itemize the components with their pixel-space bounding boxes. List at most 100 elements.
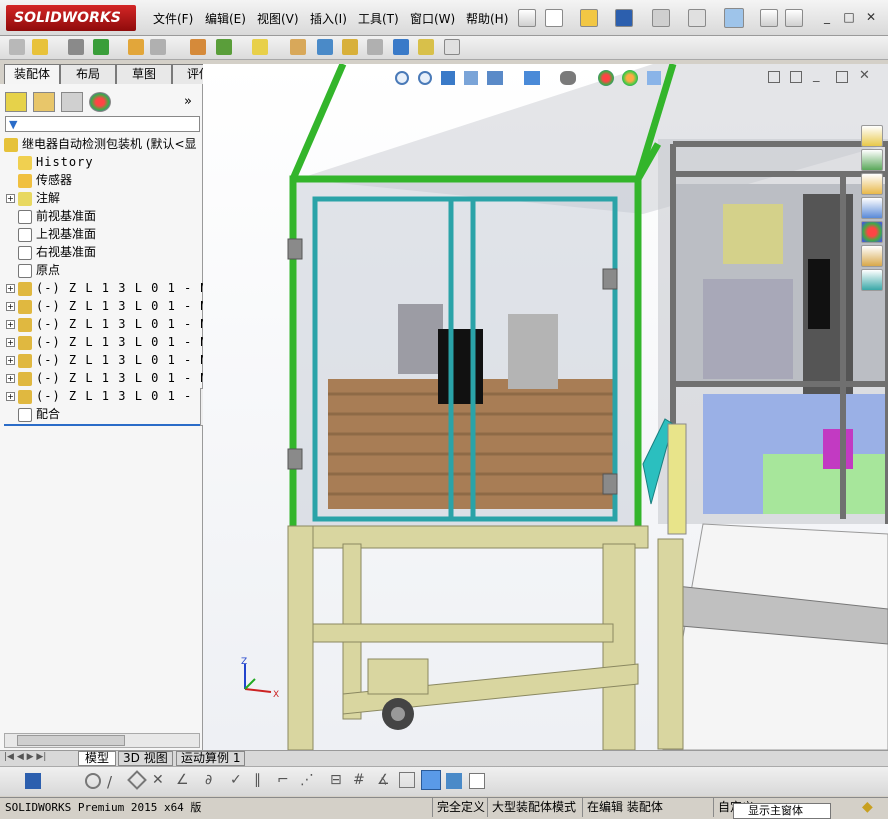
angle-dimension-icon[interactable]: ∡ — [377, 772, 390, 788]
new-part-icon[interactable] — [32, 39, 48, 55]
chevron-right-icon[interactable]: » — [184, 94, 192, 109]
circle-icon[interactable] — [85, 773, 101, 789]
tab-3d-view[interactable]: 3D 视图 — [118, 751, 173, 766]
speedpak-icon[interactable] — [444, 39, 460, 55]
linear-pattern-icon[interactable] — [93, 39, 109, 55]
assembly-features-icon[interactable] — [216, 39, 232, 55]
shaded-cube-icon[interactable] — [421, 770, 441, 790]
appearances-icon[interactable] — [861, 221, 883, 243]
camera-icon[interactable] — [446, 773, 462, 789]
tab-motion-study[interactable]: 运动算例 1 — [176, 751, 246, 766]
expand-icon[interactable]: + — [6, 302, 15, 311]
instant3d-icon[interactable] — [418, 39, 434, 55]
save-icon[interactable] — [25, 773, 41, 789]
expand-icon[interactable]: + — [6, 392, 15, 401]
bill-of-materials-icon[interactable] — [317, 39, 333, 55]
view-palette-icon[interactable] — [861, 197, 883, 219]
viewport-restore-icon[interactable] — [836, 71, 848, 83]
property-manager-tab-icon[interactable] — [33, 92, 55, 112]
menu-edit[interactable]: 编辑(E) — [205, 10, 246, 27]
move-component-icon[interactable] — [150, 39, 166, 55]
expand-icon[interactable]: + — [6, 374, 15, 383]
view-orientation-icon[interactable] — [524, 71, 540, 85]
trim-icon[interactable]: ✕ — [152, 772, 164, 788]
tree-item[interactable]: 原点 — [6, 261, 60, 279]
menu-insert[interactable]: 插入(I) — [310, 10, 347, 27]
rollback-bar[interactable] — [4, 424, 200, 426]
viewport-close-icon[interactable]: ✕ — [859, 68, 870, 83]
horizontal-scrollbar[interactable] — [4, 733, 200, 748]
dynamic-annotation-view-icon[interactable] — [487, 71, 503, 85]
tab-layout[interactable]: 布局 — [60, 64, 116, 84]
tree-item[interactable]: 前视基准面 — [6, 207, 96, 225]
edit-appearance-icon[interactable] — [598, 70, 614, 86]
previous-view-icon[interactable] — [441, 71, 455, 85]
viewport-minimize-icon[interactable]: _ — [813, 68, 820, 83]
close-icon[interactable]: ✕ — [862, 9, 880, 25]
print-icon[interactable] — [652, 9, 670, 27]
feature-manager-tab-icon[interactable] — [5, 92, 27, 112]
graphics-area[interactable]: Z X — [203, 64, 888, 750]
explode-line-sketch-icon[interactable] — [367, 39, 383, 55]
tab-scroll-arrows-icon[interactable]: |◀ ◀ ▶ ▶| — [4, 752, 46, 762]
restore-icon[interactable]: □ — [840, 9, 858, 25]
viewport-split-icon[interactable] — [790, 71, 802, 83]
exploded-view-icon[interactable] — [342, 39, 358, 55]
new-motion-study-icon[interactable] — [290, 39, 306, 55]
pin-icon[interactable] — [518, 9, 536, 27]
expand-icon[interactable]: + — [6, 320, 15, 329]
filter-field[interactable]: ▼ — [5, 116, 200, 132]
smart-fasteners-icon[interactable] — [128, 39, 144, 55]
expand-icon[interactable]: + — [6, 194, 15, 203]
solidworks-resources-icon[interactable] — [861, 125, 883, 147]
fillet-icon[interactable]: ∂ — [205, 772, 212, 788]
file-explorer-icon[interactable] — [861, 173, 883, 195]
select-pointer-icon[interactable] — [724, 8, 744, 28]
tab-assembly[interactable]: 装配体 — [4, 64, 60, 84]
solidworks-forum-icon[interactable] — [861, 269, 883, 291]
viewport-tile-icon[interactable] — [768, 71, 780, 83]
mate-icon[interactable] — [68, 39, 84, 55]
minimize-icon[interactable]: _ — [818, 9, 836, 25]
tree-item[interactable]: 传感器 — [6, 171, 72, 189]
menu-window[interactable]: 窗口(W) — [410, 10, 455, 27]
parallel-icon[interactable]: ∥ — [254, 772, 261, 788]
menu-tools[interactable]: 工具(T) — [358, 10, 399, 27]
custom-properties-icon[interactable] — [861, 245, 883, 267]
zoom-to-fit-icon[interactable] — [395, 71, 409, 85]
expand-icon[interactable]: + — [6, 356, 15, 365]
menu-file[interactable]: 文件(F) — [153, 10, 193, 27]
open-folder-icon[interactable] — [580, 9, 598, 27]
tree-item[interactable]: History — [6, 153, 94, 171]
expand-icon[interactable]: + — [6, 284, 15, 293]
zoom-to-area-icon[interactable] — [418, 71, 432, 85]
tab-sketch[interactable]: 草图 — [116, 64, 172, 84]
check-icon[interactable]: ✓ — [230, 772, 242, 788]
configuration-manager-tab-icon[interactable] — [61, 92, 83, 112]
angle-icon[interactable]: ∠ — [176, 772, 189, 788]
section-view-icon[interactable] — [464, 71, 478, 85]
undo-icon[interactable] — [688, 9, 706, 27]
tree-item[interactable]: + 注解 — [6, 189, 60, 207]
solidworks-logo[interactable]: SOLIDWORKS — [6, 5, 136, 31]
smart-dimension-icon[interactable]: ⊟ — [330, 772, 342, 788]
show-hidden-icon[interactable] — [190, 39, 206, 55]
corner-icon[interactable]: ⌐ — [277, 772, 289, 788]
new-document-icon[interactable] — [545, 9, 563, 27]
tab-model[interactable]: 模型 — [78, 751, 117, 766]
tree-root[interactable]: 继电器自动检测包装机 (默认<显 — [4, 135, 197, 153]
grid-icon[interactable]: # — [353, 772, 365, 788]
rebuild-icon[interactable] — [760, 9, 778, 27]
save-icon[interactable] — [615, 9, 633, 27]
table-icon[interactable] — [469, 773, 485, 789]
expand-icon[interactable]: + — [6, 338, 15, 347]
apply-scene-icon[interactable] — [622, 70, 638, 86]
cube-wireframe-icon[interactable] — [399, 772, 415, 788]
dimension-icon[interactable]: ⋰ — [300, 772, 314, 788]
display-style-icon[interactable] — [560, 71, 576, 85]
view-settings-icon[interactable] — [647, 71, 661, 85]
insert-component-icon[interactable] — [9, 39, 25, 55]
tree-item[interactable]: 右视基准面 — [6, 243, 96, 261]
tree-item[interactable]: 配合 — [6, 405, 60, 423]
line-icon[interactable]: / — [107, 773, 112, 791]
